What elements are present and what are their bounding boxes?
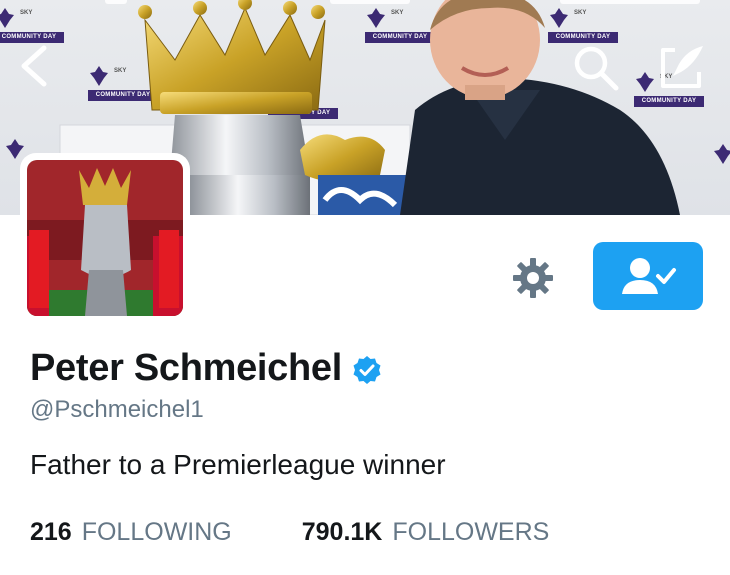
search-icon[interactable]	[572, 44, 620, 92]
profile-handle: @Pschmeichel1	[30, 396, 204, 423]
followers-stat[interactable]: 790.1K FOLLOWERS	[302, 518, 550, 547]
gear-icon	[513, 258, 553, 298]
following-person-icon	[622, 258, 676, 294]
settings-gear-button[interactable]	[505, 250, 561, 306]
followers-count: 790.1K	[301, 518, 383, 546]
profile-stats: 216 FOLLOWING 790.1K FOLLOWERS	[30, 518, 549, 547]
profile-name-row: Peter Schmeichel	[30, 343, 382, 393]
profile-name: Peter Schmeichel	[30, 346, 343, 389]
compose-icon[interactable]	[655, 42, 707, 94]
following-label: FOLLOWING	[81, 518, 232, 546]
back-icon[interactable]	[18, 44, 50, 88]
following-stat[interactable]: 216 FOLLOWING	[30, 518, 232, 547]
profile-bio: Father to a Premierleague winner	[30, 449, 446, 480]
verified-badge-icon	[353, 356, 381, 384]
following-count: 216	[30, 518, 72, 546]
avatar[interactable]	[27, 160, 183, 316]
following-button[interactable]	[593, 242, 703, 310]
followers-label: FOLLOWERS	[392, 518, 550, 546]
avatar-frame[interactable]	[20, 153, 190, 323]
